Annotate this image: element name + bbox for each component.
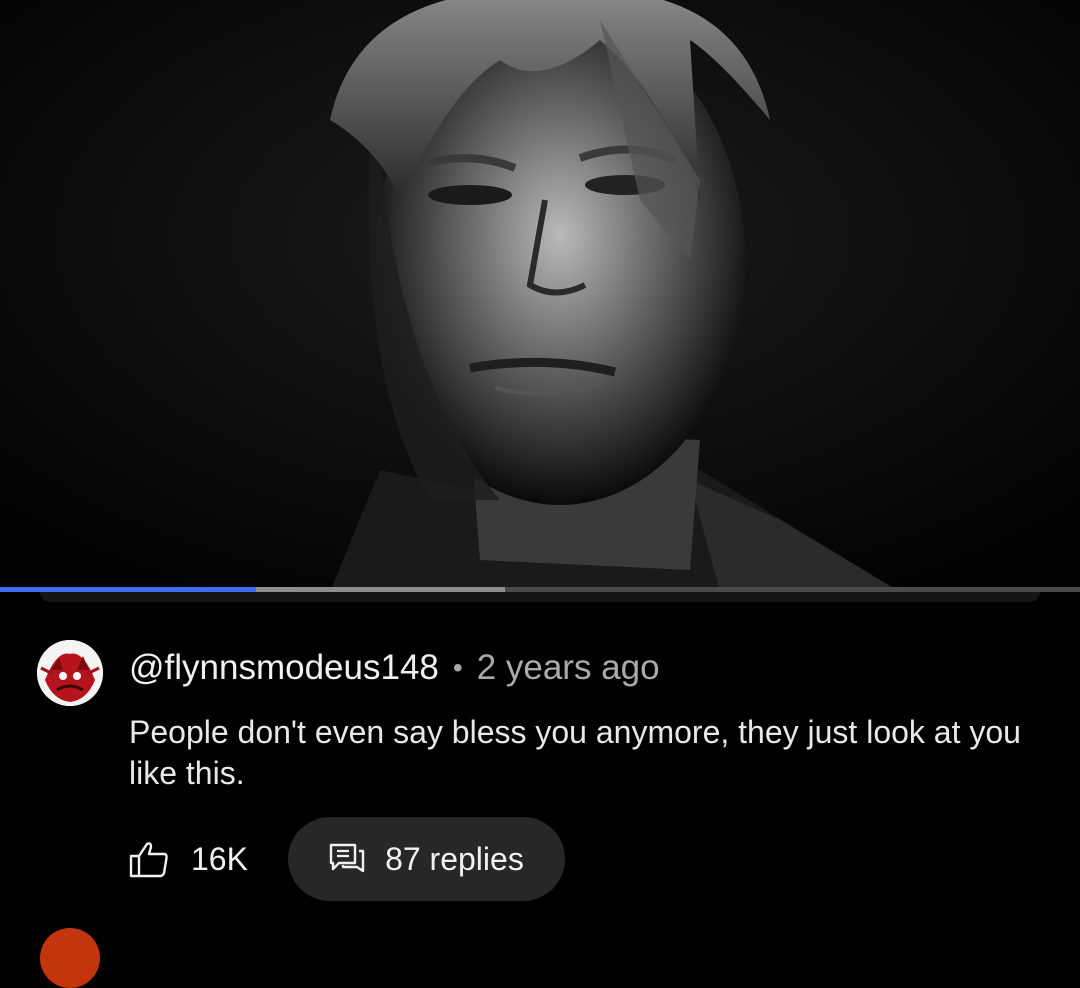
like-count: 16K	[191, 840, 248, 877]
separator-dot: •	[452, 652, 463, 683]
comment-text: People don't even say bless you anymore,…	[129, 714, 1021, 791]
comment-header: @flynnsmodeus148 • 2 years ago	[129, 646, 660, 690]
chat-bubbles-icon	[329, 843, 365, 873]
replies-button[interactable]: 87 replies	[287, 817, 565, 901]
video-player[interactable]	[0, 0, 1080, 592]
comment-author[interactable]: @flynnsmodeus148	[129, 648, 439, 688]
red-artwork-avatar-icon	[37, 640, 103, 706]
comment-timestamp: 2 years ago	[476, 648, 660, 687]
like-button[interactable]: 16K	[129, 817, 248, 901]
video-frame	[0, 0, 1080, 592]
comment-actions: 16K 87 replies	[129, 817, 565, 901]
next-comment-avatar[interactable]	[40, 928, 100, 988]
replies-label: 87 replies	[385, 840, 524, 877]
player-bottom-edge	[40, 592, 1040, 602]
avatar[interactable]	[37, 640, 103, 706]
thumbs-up-icon	[129, 842, 168, 878]
